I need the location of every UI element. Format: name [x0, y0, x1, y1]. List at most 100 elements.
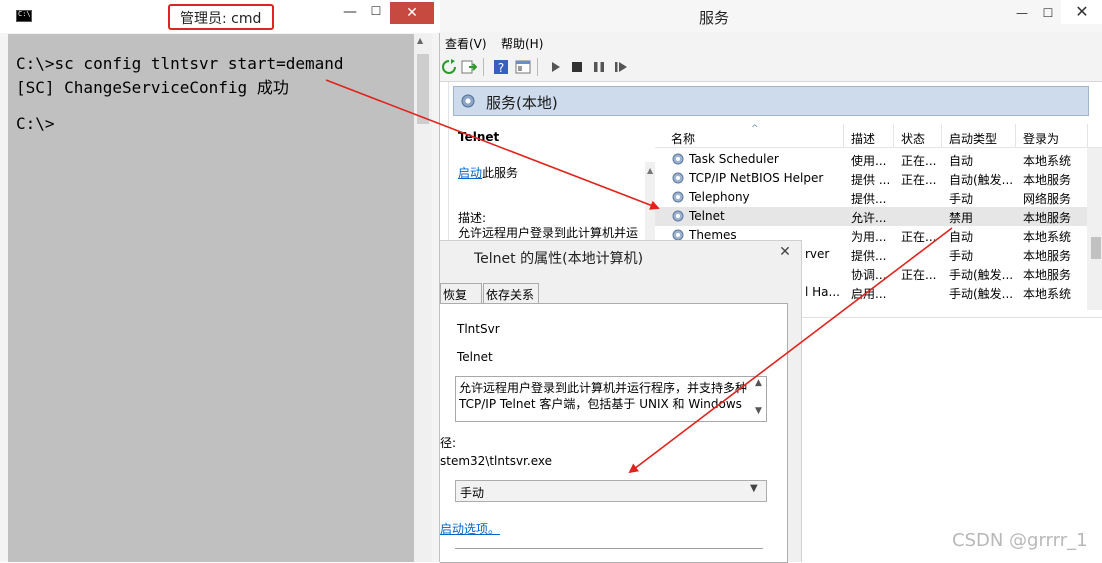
cell-name: l Ha... — [805, 285, 840, 299]
cmd-title-highlight: 管理员: cmd — [168, 4, 274, 30]
minimize-button[interactable]: — — [1009, 4, 1035, 22]
cell-logon: 本地服务 — [1023, 249, 1072, 263]
cell-name: Telnet — [689, 209, 725, 223]
cmd-titlebar[interactable]: C:\ 管理员: cmd — ☐ ✕ — [0, 0, 440, 33]
cell-startup: 手动(触发... — [949, 287, 1013, 301]
help-icon[interactable]: ? — [493, 59, 509, 75]
export-icon[interactable] — [461, 59, 477, 75]
cell-startup: 手动 — [949, 249, 974, 263]
console-output[interactable]: C:\>sc config tlntsvr start=demand [SC] … — [8, 34, 414, 562]
cell-name: rver — [805, 247, 830, 261]
service-gear-icon — [672, 210, 684, 222]
console-icon: C:\ — [16, 10, 32, 22]
service-gear-icon — [672, 191, 684, 203]
table-row[interactable]: TCP/IP NetBIOS Helper 提供 ... 正在... 自动(触发… — [655, 169, 1087, 188]
minimize-button[interactable]: — — [340, 4, 360, 22]
dialog-divider — [455, 548, 763, 549]
restart-icon[interactable] — [613, 59, 629, 75]
console-line: C:\> — [16, 114, 55, 133]
column-name[interactable]: 名称 — [671, 130, 695, 147]
console-line: [SC] ChangeServiceConfig 成功 — [16, 78, 289, 97]
startup-type-value: 手动 — [460, 486, 485, 500]
stop-icon[interactable] — [569, 59, 585, 75]
dialog-close-button[interactable]: ✕ — [770, 244, 800, 264]
chevron-down-icon: ▼ — [750, 483, 758, 494]
close-button[interactable]: ✕ — [1061, 0, 1102, 24]
cell-logon: 本地系统 — [1023, 230, 1072, 244]
scroll-up-icon[interactable]: ▲ — [647, 166, 653, 175]
cell-name: Task Scheduler — [689, 152, 779, 166]
cell-name: Telephony — [689, 190, 750, 204]
service-gear-icon — [672, 172, 684, 184]
cell-startup: 自动 — [949, 154, 974, 168]
service-gear-icon — [672, 153, 684, 165]
start-service-link[interactable]: 启动 — [458, 164, 482, 181]
tab-recovery[interactable]: 恢复 — [440, 283, 482, 303]
cell-description: 提供... — [851, 192, 887, 206]
description-line: 允许远程用户登录到此计算机并运行程序，并支持多种 — [459, 381, 748, 395]
cell-status: 正在... — [901, 230, 937, 244]
column-startup-type[interactable]: 启动类型 — [949, 130, 997, 147]
menu-view[interactable]: 查看(V) — [445, 35, 487, 52]
column-separator[interactable] — [843, 124, 844, 148]
svg-text:?: ? — [498, 61, 504, 75]
services-titlebar[interactable]: 服务 — ☐ ✕ — [439, 0, 1102, 32]
menu-help[interactable]: 帮助(H) — [501, 35, 543, 52]
cell-startup: 自动 — [949, 230, 974, 244]
description-textbox[interactable]: 允许远程用户登录到此计算机并运行程序，并支持多种 TCP/IP Telnet 客… — [455, 376, 767, 422]
cell-description: 提供 ... — [851, 173, 891, 187]
scroll-up-icon[interactable]: ▲ — [755, 378, 762, 388]
table-row-selected[interactable]: Telnet 允许... 禁用 本地服务 — [655, 207, 1087, 226]
general-tab-page: TlntSvr Telnet 允许远程用户登录到此计算机并运行程序，并支持多种 … — [440, 303, 788, 563]
column-logon-as[interactable]: 登录为 — [1023, 130, 1059, 147]
cell-logon: 本地服务 — [1023, 268, 1072, 282]
toolbar-separator — [483, 58, 484, 76]
telnet-properties-dialog: Telnet 的属性(本地计算机) ✕ 恢复 依存关系 TlntSvr Teln… — [440, 240, 802, 563]
maximize-button[interactable]: ☐ — [366, 4, 386, 22]
dialog-title: Telnet 的属性(本地计算机) — [474, 251, 644, 267]
close-button[interactable]: ✕ — [390, 2, 434, 24]
column-separator[interactable] — [893, 124, 894, 148]
column-separator[interactable] — [941, 124, 942, 148]
properties-icon[interactable] — [515, 59, 531, 75]
list-scroll-thumb[interactable] — [1091, 237, 1101, 259]
scroll-up-icon[interactable]: ▲ — [417, 36, 423, 45]
menu-bar: 查看(V) 帮助(H) — [439, 32, 1102, 54]
column-separator[interactable] — [1087, 124, 1088, 148]
cell-status: 正在... — [901, 173, 937, 187]
description-scrollbar[interactable]: ▲ ▼ — [752, 378, 766, 420]
cell-logon: 本地系统 — [1023, 287, 1072, 301]
table-row[interactable]: Task Scheduler 使用... 正在... 自动 本地系统 — [655, 150, 1087, 169]
tab-dependencies[interactable]: 依存关系 — [483, 283, 539, 303]
table-row[interactable]: Telephony 提供... 手动 网络服务 — [655, 188, 1087, 207]
services-local-title: 服务(本地) — [486, 94, 558, 112]
cell-name: TCP/IP NetBIOS Helper — [689, 171, 824, 185]
maximize-button[interactable]: ☐ — [1035, 4, 1061, 22]
list-scrollbar[interactable] — [1087, 148, 1102, 310]
refresh-icon[interactable] — [441, 59, 457, 75]
console-line: C:\>sc config tlntsvr start=demand — [16, 54, 344, 73]
startup-options-help-link[interactable]: 启动选项。 — [440, 520, 500, 537]
executable-path-value: stem32\tlntsvr.exe — [440, 454, 552, 468]
tab-recovery-label: 恢复 — [443, 288, 468, 302]
services-gear-icon — [461, 94, 475, 108]
console-icon-label: C:\ — [18, 10, 31, 18]
console-scrollbar[interactable]: ▲ — [414, 34, 432, 562]
startup-type-select[interactable]: 手动 ▼ — [455, 480, 767, 502]
start-icon[interactable] — [547, 59, 563, 75]
services-title: 服务 — [698, 9, 729, 27]
path-label: 径: — [440, 436, 457, 450]
services-local-header: 服务(本地) — [453, 86, 1089, 116]
toolbar: ? — [439, 54, 1102, 82]
console-scroll-thumb[interactable] — [417, 54, 429, 124]
pause-icon[interactable] — [591, 59, 607, 75]
cell-description: 提供... — [851, 249, 887, 263]
cell-logon: 本地系统 — [1023, 154, 1072, 168]
cmd-window: C:\ 管理员: cmd — ☐ ✕ C:\>sc config tlntsvr… — [0, 0, 440, 562]
scroll-down-icon[interactable]: ▼ — [755, 406, 762, 416]
column-status[interactable]: 状态 — [901, 130, 925, 147]
service-name-value: TlntSvr — [457, 322, 500, 336]
watermark: CSDN @grrrr_1 — [952, 530, 1088, 551]
column-separator[interactable] — [1015, 124, 1016, 148]
column-description[interactable]: 描述 — [851, 130, 875, 147]
